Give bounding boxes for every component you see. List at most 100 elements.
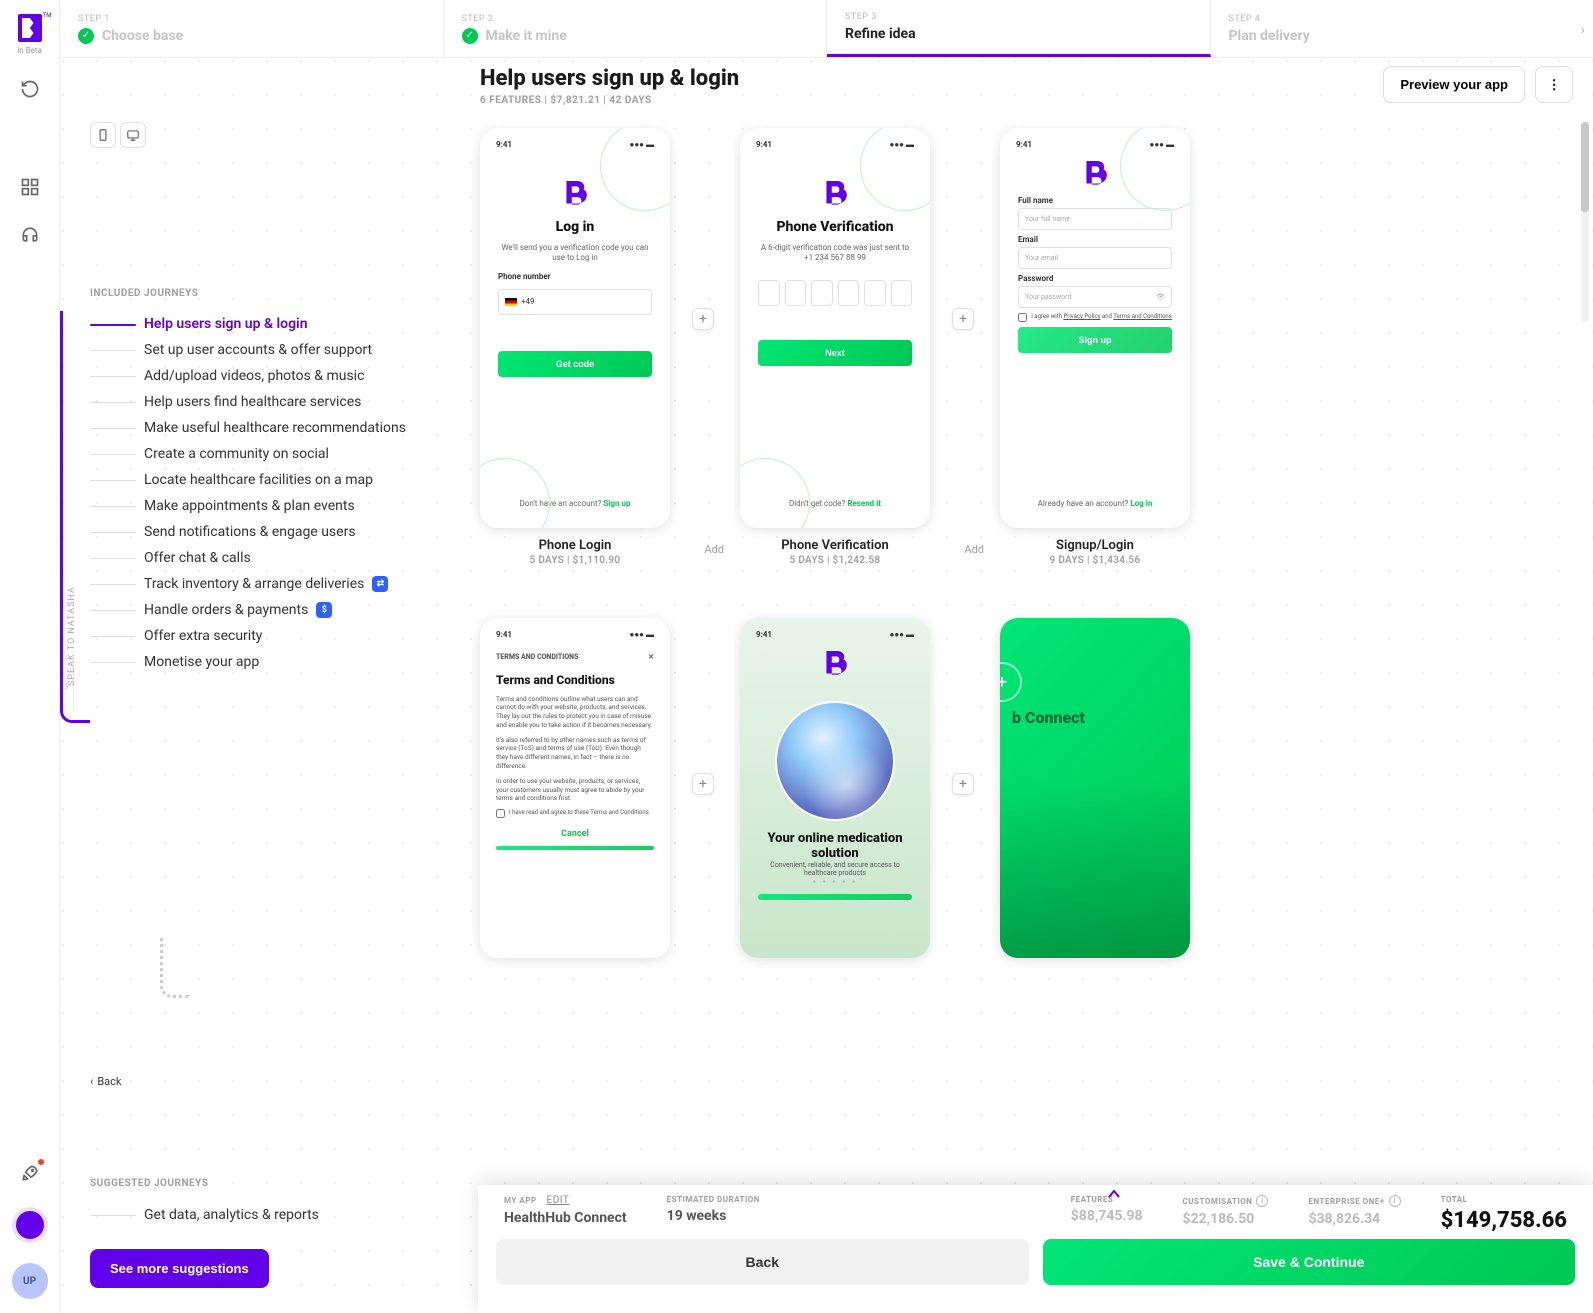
field-label: Email: [1018, 235, 1038, 244]
screen-terms[interactable]: 9:41●●● ▬ TERMS AND CONDITIONS✕ Terms an…: [480, 618, 670, 958]
promo-image: [1000, 778, 1190, 958]
step-2[interactable]: STEP 2 ✓Make it mine: [444, 0, 828, 57]
journey-item-upload-media[interactable]: Add/upload videos, photos & music: [90, 363, 470, 389]
field-label: Phone number: [498, 272, 551, 281]
terms-paragraph: Terms and conditions outline what users …: [496, 695, 654, 730]
journey-item-appointments[interactable]: Make appointments & plan events: [90, 493, 470, 519]
journey-item-orders[interactable]: Handle orders & payments$: [90, 597, 470, 623]
promo-title: b Connect: [1000, 618, 1190, 727]
screen-meta: 5 DAYS | $1,242.58: [781, 555, 889, 566]
screens-row-1: 9:41●●● ▬ Log in We'll send you a verifi…: [480, 128, 1190, 566]
back-button[interactable]: Back: [496, 1239, 1029, 1285]
journey-item-inventory[interactable]: Track inventory & arrange deliveries⇄: [90, 571, 470, 597]
scrollbar[interactable]: [1581, 122, 1589, 322]
journey-item-find-services[interactable]: Help users find healthcare services: [90, 389, 470, 415]
rocket-icon[interactable]: [16, 1159, 44, 1187]
add-screen-button[interactable]: +: [692, 308, 714, 330]
step-3[interactable]: STEP 3 Refine idea: [827, 0, 1211, 57]
resend-link: Resend it: [847, 499, 881, 508]
headset-icon[interactable]: [16, 221, 44, 249]
add-screen-button[interactable]: +: [692, 773, 714, 795]
info-icon[interactable]: i: [1256, 1195, 1268, 1207]
undo-icon[interactable]: [16, 75, 44, 103]
user-avatar[interactable]: UP: [12, 1263, 48, 1299]
signup-button: Sign up: [1018, 327, 1172, 353]
journey-item-label: Handle orders & payments: [144, 602, 308, 618]
journey-item-chat-calls[interactable]: Offer chat & calls: [90, 545, 470, 571]
otp-inputs: [758, 280, 912, 306]
preview-app-button[interactable]: Preview your app: [1383, 66, 1525, 103]
edit-link[interactable]: Edit: [547, 1195, 570, 1206]
beta-badge: In Beta: [17, 46, 42, 55]
journey-item-notifications[interactable]: Send notifications & engage users: [90, 519, 470, 545]
next-button: Next: [758, 340, 912, 366]
scrollbar-thumb[interactable]: [1581, 122, 1589, 212]
step-1[interactable]: STEP 1 ✓Choose base: [60, 0, 444, 57]
phone-preview: 9:41●●● ▬ Your online medication solutio…: [740, 618, 930, 958]
pagination-dots: • • • • •: [750, 877, 920, 888]
logo-tm: TM: [43, 12, 52, 19]
agree-text: I have read and agree to these Terms and…: [509, 809, 649, 817]
journey-item-accounts[interactable]: Set up user accounts & offer support: [90, 337, 470, 363]
customisation-value: $22,186.50: [1183, 1211, 1269, 1227]
phone-preview: 9:41●●● ▬ Log in We'll send you a verifi…: [480, 128, 670, 528]
mobile-view-icon[interactable]: [90, 122, 116, 148]
total-label: TOTAL: [1441, 1195, 1567, 1204]
phone-prefix: +49: [521, 297, 535, 306]
journey-item-security[interactable]: Offer extra security: [90, 623, 470, 649]
journey-item-analytics[interactable]: Get data, analytics & reports: [90, 1201, 470, 1229]
screen-subtitle: We'll send you a verification code you c…: [498, 243, 652, 264]
info-icon[interactable]: i: [1389, 1195, 1401, 1207]
journey-item-signup-login[interactable]: Help users sign up & login: [90, 311, 470, 337]
screen-signup-login[interactable]: 9:41●●● ▬ Full nameYour full name EmailY…: [1000, 128, 1190, 566]
email-input: Your email: [1018, 247, 1172, 269]
page-title: Help users sign up & login: [480, 66, 739, 91]
screen-phone-verification[interactable]: 9:41●●● ▬ Phone Verification A 6-digit v…: [740, 128, 930, 566]
splash-subtitle: Convenient, reliable, and secure access …: [750, 861, 920, 877]
workspace-canvas: › SPEAK TO NATASHA Help users sign up & …: [60, 58, 1593, 1313]
screen-name: Phone Verification: [781, 538, 889, 553]
back-link[interactable]: ‹Back: [90, 1075, 470, 1088]
screen-promo[interactable]: + b Connect: [1000, 618, 1190, 958]
field-label: Full name: [1018, 196, 1053, 205]
terms-title: Terms and Conditions: [496, 672, 654, 688]
screen-splash[interactable]: 9:41●●● ▬ Your online medication solutio…: [740, 618, 930, 958]
time: 9:41: [496, 140, 512, 149]
cancel-link: Cancel: [496, 828, 654, 840]
step-label: Make it mine: [486, 28, 567, 44]
agree-checkbox: [1018, 313, 1027, 322]
dashboard-icon[interactable]: [16, 173, 44, 201]
field-label: Password: [1018, 274, 1053, 283]
fullname-input: Your full name: [1018, 208, 1172, 230]
customisation-label: CUSTOMISATIONi: [1183, 1195, 1269, 1207]
left-rail: TM In Beta UP: [0, 0, 60, 1313]
more-menu-icon[interactable]: ⋮: [1535, 66, 1573, 103]
check-icon: ✓: [78, 28, 94, 44]
screen-phone-login[interactable]: 9:41●●● ▬ Log in We'll send you a verifi…: [480, 128, 670, 566]
next-icon[interactable]: ›: [1580, 19, 1585, 38]
footer-text: Already have an account?: [1038, 499, 1129, 508]
save-continue-button[interactable]: Save & Continue: [1043, 1239, 1576, 1285]
add-screen-button[interactable]: +: [952, 308, 974, 330]
chevron-left-icon: ‹: [90, 1075, 93, 1088]
add-screen-button[interactable]: +: [952, 773, 974, 795]
myapp-label: MY APPEdit: [504, 1195, 627, 1206]
journey-item-label: Track inventory & arrange deliveries: [144, 576, 364, 592]
page-header: Help users sign up & login 6 FEATURES | …: [480, 66, 1573, 106]
journey-item-recommendations[interactable]: Make useful healthcare recommendations: [90, 415, 470, 441]
see-more-suggestions-button[interactable]: See more suggestions: [90, 1249, 269, 1288]
agree-checkbox: [496, 809, 505, 818]
duration-label: ESTIMATED DURATION: [667, 1195, 760, 1204]
total-value: $149,758.66: [1441, 1208, 1567, 1233]
desktop-view-icon[interactable]: [120, 122, 146, 148]
journey-item-monetise[interactable]: Monetise your app: [90, 649, 470, 675]
step-num: STEP 3: [845, 12, 1192, 22]
step-4[interactable]: STEP 4 Plan delivery ›: [1211, 0, 1593, 57]
screen-name: Phone Login: [530, 538, 621, 553]
journey-item-locate-map[interactable]: Locate healthcare facilities on a map: [90, 467, 470, 493]
assistant-avatar[interactable]: [12, 1207, 48, 1243]
arc-decoration: [860, 128, 930, 211]
journey-item-community[interactable]: Create a community on social: [90, 441, 470, 467]
app-name: HealthHub Connect: [504, 1210, 627, 1226]
app-logo-icon: [1082, 161, 1108, 191]
